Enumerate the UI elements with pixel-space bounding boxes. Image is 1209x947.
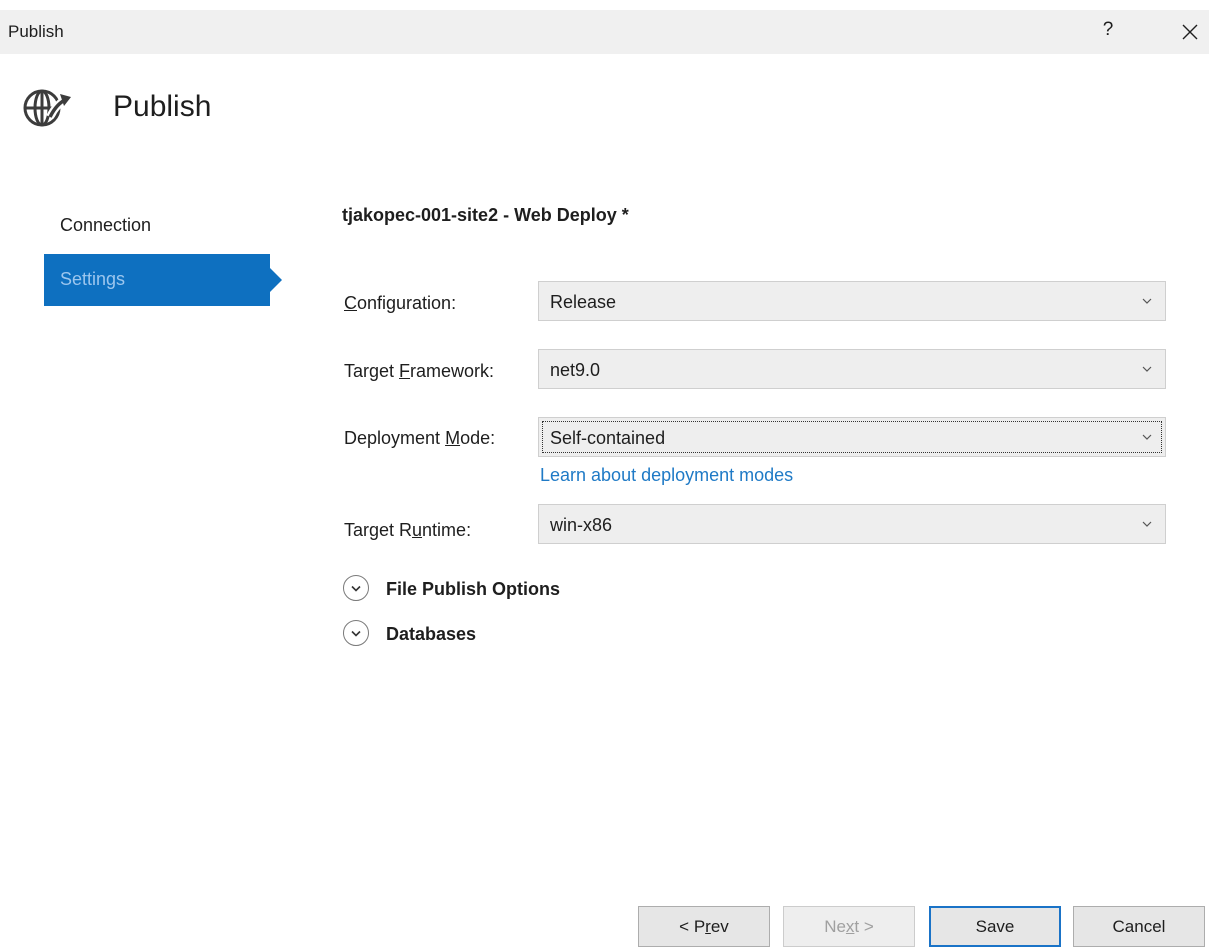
configuration-select[interactable]: Release xyxy=(538,281,1166,321)
prev-button[interactable]: < Prev xyxy=(638,906,770,947)
deployment-mode-select[interactable]: Self-contained xyxy=(538,417,1166,457)
title-bar: Publish ? xyxy=(0,10,1209,54)
nav-item-label: Connection xyxy=(60,215,152,235)
file-publish-options-label: File Publish Options xyxy=(386,579,561,599)
deployment-mode-label: Deployment Mode: xyxy=(344,428,496,448)
window-title: Publish xyxy=(8,22,64,41)
nav-item-settings[interactable]: Settings xyxy=(44,254,282,306)
databases-label: Databases xyxy=(386,624,477,644)
target-framework-label: Target Framework: xyxy=(344,361,495,381)
chevron-down-icon xyxy=(1142,298,1152,304)
target-framework-value: net9.0 xyxy=(550,360,601,380)
nav-item-label: Settings xyxy=(60,269,126,289)
expand-chevron-icon xyxy=(343,575,369,601)
globe-publish-icon xyxy=(22,85,74,131)
expand-chevron-icon xyxy=(343,620,369,646)
next-button[interactable]: Next > xyxy=(783,906,915,947)
nav-item-connection[interactable]: Connection xyxy=(44,200,270,252)
page-title: Publish xyxy=(113,90,212,123)
profile-title: tjakopec-001-site2 - Web Deploy * xyxy=(342,205,629,225)
databases-expander[interactable]: Databases xyxy=(343,620,543,650)
configuration-value: Release xyxy=(550,292,617,312)
target-runtime-value: win-x86 xyxy=(550,515,613,535)
file-publish-options-expander[interactable]: File Publish Options xyxy=(343,575,603,605)
chevron-down-icon xyxy=(1142,434,1152,440)
target-framework-select[interactable]: net9.0 xyxy=(538,349,1166,389)
configuration-label: Configuration: xyxy=(344,293,457,313)
chevron-down-icon xyxy=(1142,521,1152,527)
close-icon xyxy=(1182,24,1198,40)
learn-deployment-modes-link[interactable]: Learn about deployment modes xyxy=(540,465,793,486)
save-button[interactable]: Save xyxy=(929,906,1061,947)
target-runtime-select[interactable]: win-x86 xyxy=(538,504,1166,544)
target-runtime-label: Target Runtime: xyxy=(344,520,472,540)
close-button[interactable] xyxy=(1176,18,1204,46)
cancel-button[interactable]: Cancel xyxy=(1073,906,1205,947)
chevron-down-icon xyxy=(1142,366,1152,372)
help-button[interactable]: ? xyxy=(1096,19,1120,45)
deployment-mode-value: Self-contained xyxy=(550,428,666,448)
